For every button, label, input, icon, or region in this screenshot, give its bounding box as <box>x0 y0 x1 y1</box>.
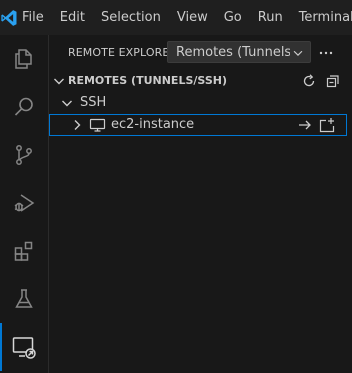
connect-in-current-window-icon[interactable] <box>296 116 314 134</box>
vscode-logo-icon <box>0 0 18 35</box>
title-menu-bar: File Edit Selection View Go Run Terminal <box>0 0 352 35</box>
activity-bar <box>0 35 49 373</box>
chevron-down-icon <box>291 46 305 60</box>
menu-edit[interactable]: Edit <box>52 10 93 25</box>
source-control-icon[interactable] <box>0 131 48 179</box>
tree-group-label: SSH <box>80 95 107 110</box>
chevron-down-icon <box>59 95 75 111</box>
run-debug-icon[interactable] <box>0 179 48 227</box>
chevron-right-icon[interactable] <box>69 117 85 133</box>
remote-explorer-icon[interactable] <box>0 323 48 371</box>
tree-item-ec2-instance[interactable]: ec2-instance <box>49 114 347 136</box>
chevron-down-icon <box>51 73 67 89</box>
remotes-section-header[interactable]: REMOTES (TUNNELS/SSH) <box>49 70 352 92</box>
vm-monitor-icon <box>89 117 106 133</box>
menu-file[interactable]: File <box>18 10 52 25</box>
remotes-dropdown[interactable]: Remotes (Tunnels/ <box>167 41 311 63</box>
collapse-all-icon[interactable] <box>324 72 342 90</box>
explorer-files-icon[interactable] <box>0 35 48 83</box>
sidebar-title: REMOTE EXPLORER <box>68 46 178 59</box>
tree-item-label: ec2-instance <box>111 117 195 132</box>
extensions-icon[interactable] <box>0 227 48 275</box>
refresh-icon[interactable] <box>300 72 318 90</box>
menu-go[interactable]: Go <box>216 10 250 25</box>
menu-selection[interactable]: Selection <box>93 10 169 25</box>
tree-group-ssh[interactable]: SSH <box>49 92 352 114</box>
ellipsis-icon[interactable] <box>316 43 336 63</box>
remote-explorer-sidebar: REMOTE EXPLORER Remotes (Tunnels/ REMOTE… <box>49 35 352 373</box>
section-title: REMOTES (TUNNELS/SSH) <box>68 74 227 87</box>
search-icon[interactable] <box>0 83 48 131</box>
menu-terminal[interactable]: Terminal <box>291 10 352 25</box>
testing-flask-icon[interactable] <box>0 275 48 323</box>
remotes-dropdown-value: Remotes (Tunnels/ <box>176 44 290 60</box>
connect-in-new-window-icon[interactable] <box>318 116 336 134</box>
menu-view[interactable]: View <box>169 10 216 25</box>
menu-run[interactable]: Run <box>250 10 291 25</box>
